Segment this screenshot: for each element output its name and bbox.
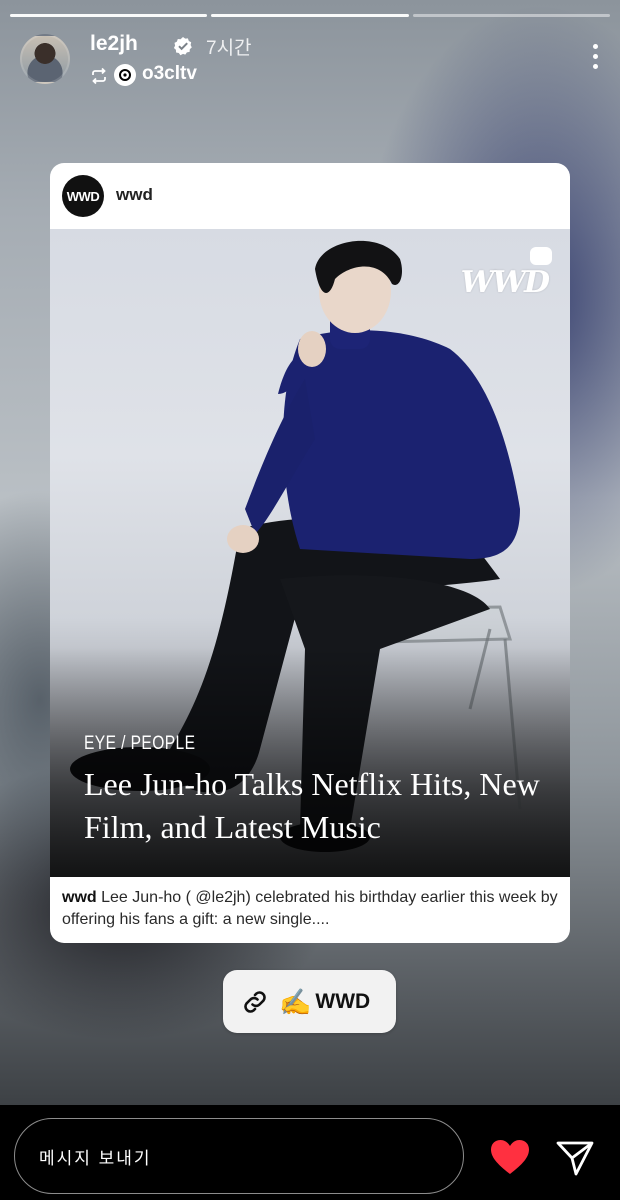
like-heart-icon[interactable] [489,1138,531,1176]
story-progress-bar [10,14,610,17]
caption-text: Lee Jun-ho ( @le2jh) celebrated his birt… [62,889,558,928]
author-username[interactable]: le2jh [90,32,138,56]
post-caption: wwd Lee Jun-ho ( @le2jh) celebrated his … [62,887,562,931]
repost-icon [92,67,106,85]
caption-username: wwd [62,889,97,906]
shared-post-card[interactable]: WWD wwd WWD EYE / PEOPLE Lee Jun-ho Talk… [50,163,570,943]
wwd-avatar[interactable]: WWD [62,175,104,217]
progress-segment [10,14,208,17]
logo-bubble-icon [530,247,552,265]
post-time: 7시간 [206,38,252,59]
article-headline: Lee Jun-ho Talks Netflix Hits, New Film,… [84,766,540,845]
link-label: WWD [315,989,371,1013]
link-icon [244,990,266,1013]
verified-badge-icon [173,37,192,56]
threads-icon [114,64,136,86]
author-avatar[interactable] [20,34,70,84]
link-sticker[interactable]: ✍️ WWD [223,970,396,1033]
shared-post-account[interactable]: wwd [116,185,153,205]
story-header: le2jh 7시간 o3cltv [20,30,600,90]
writing-hand-icon: ✍️ [279,986,312,1017]
progress-segment [211,14,409,17]
more-options-icon[interactable] [590,44,600,74]
send-icon[interactable] [555,1139,595,1177]
shared-post-header: WWD wwd [50,163,570,229]
progress-segment [412,14,610,17]
article-kicker: EYE / PEOPLE [84,733,196,754]
repost-source[interactable]: o3cltv [142,63,197,85]
post-photo: WWD EYE / PEOPLE Lee Jun-ho Talks Netfli… [50,229,570,877]
story-view[interactable]: le2jh 7시간 o3cltv WWD wwd WWD EYE / PEOPL… [0,0,620,1105]
message-input[interactable]: 메시지 보내기 [14,1118,464,1194]
wwd-logo: WWD [460,265,550,300]
reply-bar: 메시지 보내기 [0,1105,620,1200]
